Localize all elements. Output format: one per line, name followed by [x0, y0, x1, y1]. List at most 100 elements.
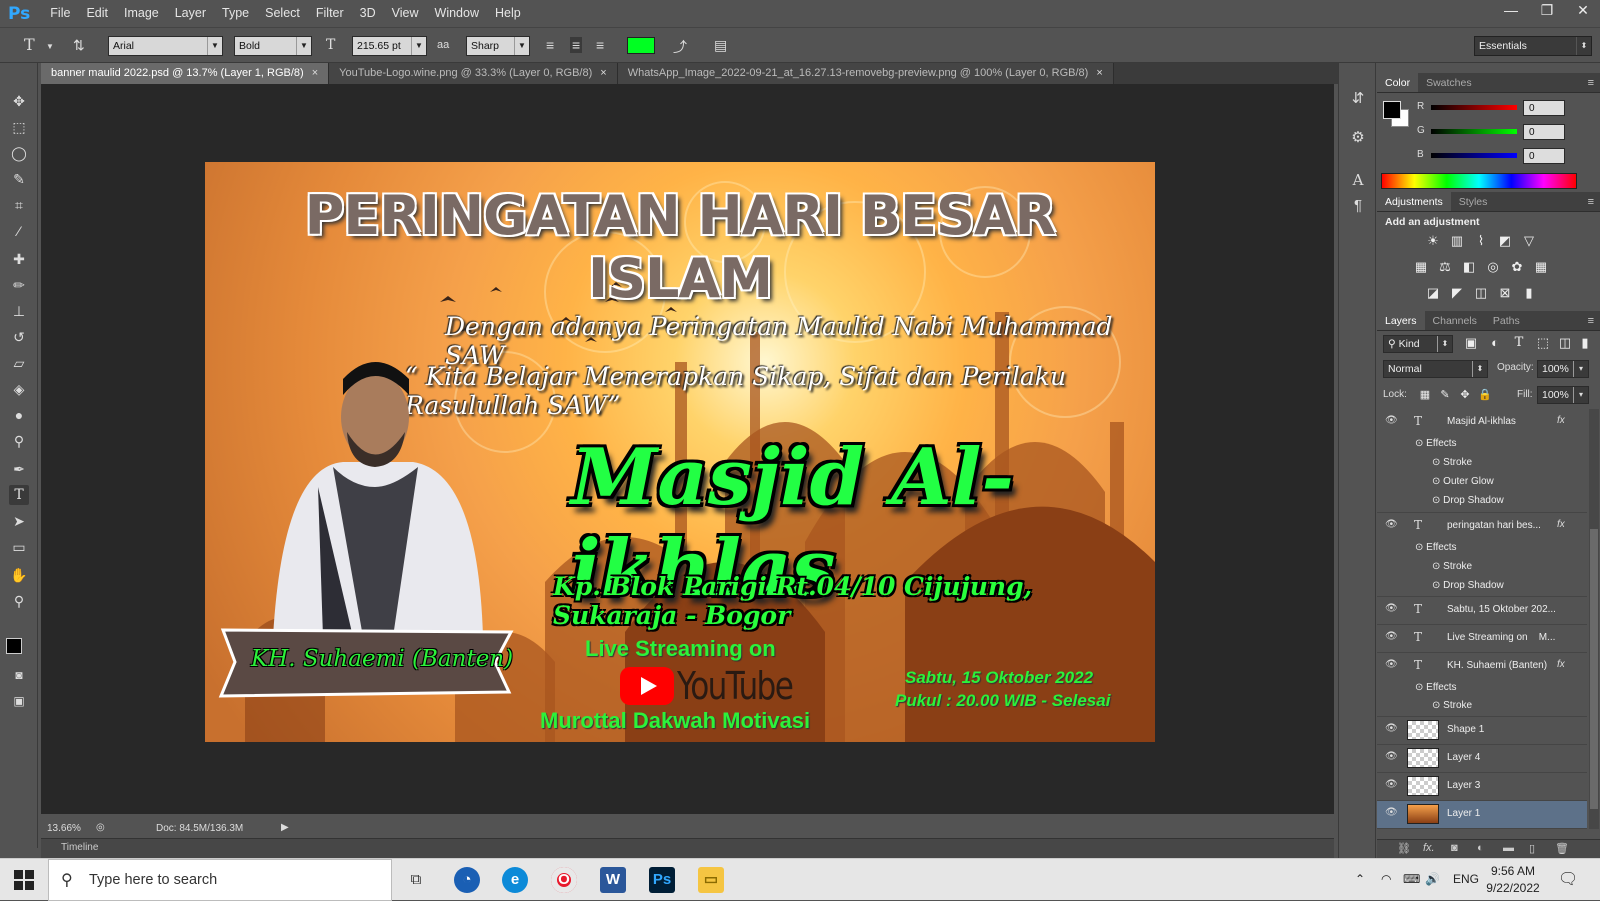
- fx-icon[interactable]: fx: [1557, 519, 1565, 530]
- add-style-icon[interactable]: fx.: [1423, 842, 1435, 854]
- layer-filter-kind-select[interactable]: ⚲ Kind ⬍: [1383, 335, 1453, 353]
- menu-edit[interactable]: Edit: [78, 0, 116, 27]
- menu-file[interactable]: File: [42, 0, 78, 27]
- tab-layers[interactable]: Layers: [1377, 311, 1425, 330]
- windows-start-icon[interactable]: [14, 870, 34, 890]
- tab-paths[interactable]: Paths: [1485, 311, 1528, 330]
- font-family-select[interactable]: Arial ▼: [108, 36, 223, 56]
- visibility-eye-icon[interactable]: 👁: [1385, 519, 1398, 530]
- layer-sabtu[interactable]: 👁 T Sabtu, 15 Oktober 202...: [1377, 597, 1587, 625]
- close-icon[interactable]: ×: [1096, 67, 1102, 79]
- hand-tool-icon[interactable]: ✋: [9, 565, 29, 585]
- close-button[interactable]: ✕: [1566, 0, 1600, 20]
- selective-color-icon[interactable]: ⊠: [1497, 285, 1513, 301]
- link-layers-icon[interactable]: ⛓: [1397, 842, 1411, 855]
- lock-image-icon[interactable]: ✎: [1437, 387, 1453, 403]
- eraser-tool-icon[interactable]: ▱: [9, 353, 29, 373]
- color-lookup-icon[interactable]: ▦: [1533, 259, 1549, 275]
- color-balance-icon[interactable]: ⚖: [1437, 259, 1453, 275]
- filter-smart-object-icon[interactable]: ◫: [1557, 335, 1573, 351]
- layer-kh-suhaemi[interactable]: 👁 T KH. Suhaemi (Banten) fx ⊙ Effects ⊙ …: [1377, 653, 1587, 717]
- filter-type-icon[interactable]: T: [1511, 335, 1527, 351]
- tab-whatsapp-image[interactable]: WhatsApp_Image_2022-09-21_at_16.27.13-re…: [617, 63, 1114, 84]
- menu-image[interactable]: Image: [116, 0, 167, 27]
- blur-tool-icon[interactable]: ●: [9, 405, 29, 425]
- panel-menu-icon[interactable]: ≡: [1588, 311, 1594, 331]
- hue-saturation-icon[interactable]: ▦: [1413, 259, 1429, 275]
- layer-3[interactable]: 👁 Layer 3: [1377, 773, 1587, 801]
- marquee-tool-icon[interactable]: ⬚: [9, 117, 29, 137]
- tab-styles[interactable]: Styles: [1451, 192, 1496, 211]
- tab-swatches[interactable]: Swatches: [1418, 73, 1480, 92]
- lock-all-icon[interactable]: 🔒: [1477, 387, 1493, 403]
- task-view-icon[interactable]: ⧉: [403, 867, 429, 893]
- foreground-color-chip[interactable]: [1383, 101, 1401, 119]
- new-group-icon[interactable]: ▬: [1503, 842, 1514, 854]
- move-tool-icon[interactable]: ✥: [9, 91, 29, 111]
- black-white-icon[interactable]: ◧: [1461, 259, 1477, 275]
- dodge-tool-icon[interactable]: ⚲: [9, 431, 29, 451]
- invert-icon[interactable]: ◪: [1425, 285, 1441, 301]
- filter-adjustment-icon[interactable]: ◐: [1487, 335, 1503, 351]
- paint-bucket-tool-icon[interactable]: ◈: [9, 379, 29, 399]
- effect-stroke[interactable]: ⊙ Stroke: [1432, 457, 1472, 468]
- photo-filter-icon[interactable]: ◎: [1485, 259, 1501, 275]
- menu-filter[interactable]: Filter: [308, 0, 352, 27]
- antialias-select[interactable]: Sharp ▼: [466, 36, 530, 56]
- visibility-eye-icon[interactable]: 👁: [1385, 723, 1398, 734]
- menu-type[interactable]: Type: [214, 0, 257, 27]
- lasso-tool-icon[interactable]: ◯: [9, 143, 29, 163]
- close-icon[interactable]: ×: [600, 67, 606, 79]
- screen-mode-icon[interactable]: ▣: [9, 691, 29, 711]
- panel-menu-icon[interactable]: ≡: [1588, 192, 1594, 212]
- document-canvas[interactable]: PERINGATAN HARI BESAR ISLAM Dengan adany…: [205, 162, 1155, 742]
- filter-pixel-icon[interactable]: ▣: [1463, 335, 1479, 351]
- character-panel-icon[interactable]: A: [1349, 171, 1367, 189]
- brightness-icon[interactable]: ☀: [1425, 233, 1441, 249]
- filter-toggle-icon[interactable]: ▮: [1577, 335, 1593, 351]
- visibility-eye-icon[interactable]: 👁: [1385, 631, 1398, 642]
- taskbar-search-box[interactable]: ⚲ Type here to search: [48, 859, 392, 901]
- curves-icon[interactable]: ⌇: [1473, 233, 1489, 249]
- channel-mixer-icon[interactable]: ✿: [1509, 259, 1525, 275]
- photoshop-app-icon[interactable]: Ps: [649, 867, 675, 893]
- new-adjustment-icon[interactable]: ◐: [1477, 842, 1484, 854]
- filter-shape-icon[interactable]: ⬚: [1535, 335, 1551, 351]
- green-track[interactable]: [1431, 129, 1517, 134]
- visibility-eye-icon[interactable]: 👁: [1385, 779, 1398, 790]
- threshold-icon[interactable]: ◫: [1473, 285, 1489, 301]
- green-value-field[interactable]: 0: [1523, 124, 1565, 140]
- pen-tool-icon[interactable]: ✒: [9, 459, 29, 479]
- menu-view[interactable]: View: [384, 0, 427, 27]
- preset-dropdown-icon[interactable]: ▼: [46, 42, 54, 51]
- new-layer-icon[interactable]: ▯: [1529, 842, 1535, 855]
- layer-shape-1[interactable]: 👁 Shape 1: [1377, 717, 1587, 745]
- layer-4[interactable]: 👁 Layer 4: [1377, 745, 1587, 773]
- edge-browser-icon[interactable]: e: [502, 867, 528, 893]
- quick-mask-icon[interactable]: ◙: [9, 665, 29, 685]
- app-browser-icon[interactable]: ◔: [454, 867, 480, 893]
- red-value-field[interactable]: 0: [1523, 100, 1565, 116]
- close-icon[interactable]: ×: [312, 67, 318, 79]
- zoom-tool-icon[interactable]: ⚲: [9, 591, 29, 611]
- brush-tool-icon[interactable]: ✏: [9, 275, 29, 295]
- align-left-icon[interactable]: ≡: [546, 37, 554, 53]
- status-info-icon[interactable]: ◎: [96, 822, 105, 833]
- blue-slider[interactable]: B 0: [1417, 148, 1565, 165]
- menu-window[interactable]: Window: [427, 0, 487, 27]
- opacity-field[interactable]: 100% ▾: [1537, 360, 1589, 378]
- layer-1[interactable]: 👁 Layer 1: [1377, 801, 1587, 829]
- layer-masjid-al-ikhlas[interactable]: 👁 T Masjid Al-ikhlas fx ⊙ Effects ⊙ Stro…: [1377, 409, 1587, 513]
- tab-channels[interactable]: Channels: [1425, 311, 1485, 330]
- visibility-eye-icon[interactable]: 👁: [1385, 659, 1398, 670]
- visibility-eye-icon[interactable]: 👁: [1385, 603, 1398, 614]
- red-slider[interactable]: R 0: [1417, 100, 1565, 117]
- tab-banner-maulid[interactable]: banner maulid 2022.psd @ 13.7% (Layer 1,…: [41, 63, 330, 84]
- menu-help[interactable]: Help: [487, 0, 529, 27]
- add-mask-icon[interactable]: ◙: [1451, 842, 1458, 854]
- font-style-select[interactable]: Bold ▼: [234, 36, 312, 56]
- tab-adjustments[interactable]: Adjustments: [1377, 192, 1451, 211]
- menu-select[interactable]: Select: [257, 0, 308, 27]
- fx-icon[interactable]: fx: [1557, 415, 1565, 426]
- tab-color[interactable]: Color: [1377, 73, 1419, 92]
